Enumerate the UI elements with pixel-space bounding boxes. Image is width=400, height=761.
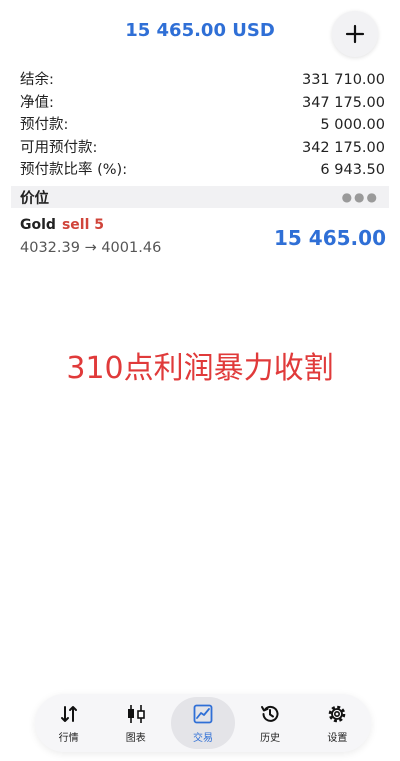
summary-label: 可用预付款: [20,139,98,156]
tab-trade[interactable]: 交易 [170,697,235,749]
tab-settings[interactable]: 设置 [305,697,369,749]
summary-value: 331 710.00 [301,72,385,88]
tab-charts[interactable]: 图表 [104,697,168,749]
summary-label: 净值: [20,94,54,111]
positions-section-header: 价位 ●●● [11,186,389,208]
position-direction: sell 5 [61,217,104,233]
add-order-button[interactable] [332,11,378,57]
position-symbol: Gold [20,217,56,233]
more-dots-icon[interactable]: ●●● [342,190,389,204]
summary-label: 结余: [20,72,54,88]
section-title: 价位 [20,190,49,207]
summary-row-equity: 净值: 347 175.00 [20,92,385,115]
summary-row-balance: 结余: 331 710.00 [20,69,385,92]
bottom-tab-bar: 行情 图表 交易 历史 设置 [35,694,371,752]
tab-label: 图表 [125,732,146,744]
overlay-caption: 310点利润暴力收割 [66,351,334,386]
position-profit: 15 465.00 [274,226,386,250]
summary-row-margin: 预付款: 5 000.00 [20,114,385,137]
summary-value: 347 175.00 [301,94,385,111]
candlestick-chart-icon [127,704,145,723]
settings-gear-icon [329,705,346,722]
history-clock-icon [261,705,279,722]
tab-label: 历史 [260,732,281,744]
summary-row-margin-level: 预付款比率 (%): 6 943.50 [20,159,385,182]
tab-label: 设置 [327,732,348,744]
quotes-arrows-icon [60,705,77,722]
position-symbol-line: Gold sell 5 [20,217,104,233]
header: 15 465.00 USD [0,0,400,66]
summary-row-free-margin: 可用预付款: 342 175.00 [20,137,385,160]
tab-label: 交易 [192,732,213,744]
account-summary: 结余: 331 710.00 净值: 347 175.00 预付款: 5 000… [20,69,385,182]
summary-value: 6 943.50 [320,162,385,178]
tab-history[interactable]: 历史 [238,697,302,749]
summary-value: 342 175.00 [301,139,385,156]
position-prices: 4032.39 → 4001.46 [20,240,162,256]
tab-label: 行情 [58,732,79,744]
summary-label: 预付款: [20,117,69,133]
position-row[interactable]: Gold sell 5 4032.39 → 4001.46 15 465.00 [20,214,386,264]
trade-chart-icon [193,704,213,723]
summary-value: 5 000.00 [320,117,385,133]
plus-icon [345,24,365,44]
tab-quotes[interactable]: 行情 [37,697,101,749]
summary-label: 预付款比率 (%): [20,162,128,178]
